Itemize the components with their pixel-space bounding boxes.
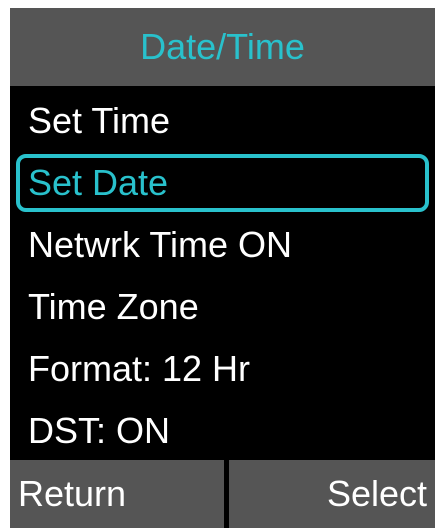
select-softkey[interactable]: Select <box>229 460 435 528</box>
menu-item-set-date[interactable]: Set Date <box>16 154 429 212</box>
menu-item-label: Netwrk Time ON <box>28 224 293 265</box>
menu-item-network-time[interactable]: Netwrk Time ON <box>16 216 429 274</box>
menu-item-set-time[interactable]: Set Time <box>16 92 429 150</box>
select-softkey-label: Select <box>326 473 427 514</box>
menu-item-label: Set Date <box>28 162 169 203</box>
menu-item-label: Time Zone <box>28 286 199 327</box>
date-time-menu: Set Time Set Date Netwrk Time ON Time Zo… <box>10 88 435 456</box>
menu-item-label: Set Time <box>28 100 171 141</box>
menu-item-format[interactable]: Format: 12 Hr <box>16 340 429 398</box>
menu-item-label: DST: ON <box>28 410 171 451</box>
page-title: Date/Time <box>140 26 305 67</box>
menu-item-label: Format: 12 Hr <box>28 348 251 389</box>
menu-item-dst[interactable]: DST: ON <box>16 402 429 460</box>
return-softkey-label: Return <box>18 473 127 514</box>
title-bar: Date/Time <box>10 8 435 86</box>
return-softkey[interactable]: Return <box>10 460 224 528</box>
menu-item-time-zone[interactable]: Time Zone <box>16 278 429 336</box>
softkey-bar: Return Select <box>10 460 435 528</box>
phone-screen: Date/Time Set Time Set Date Netwrk Time … <box>10 8 435 528</box>
